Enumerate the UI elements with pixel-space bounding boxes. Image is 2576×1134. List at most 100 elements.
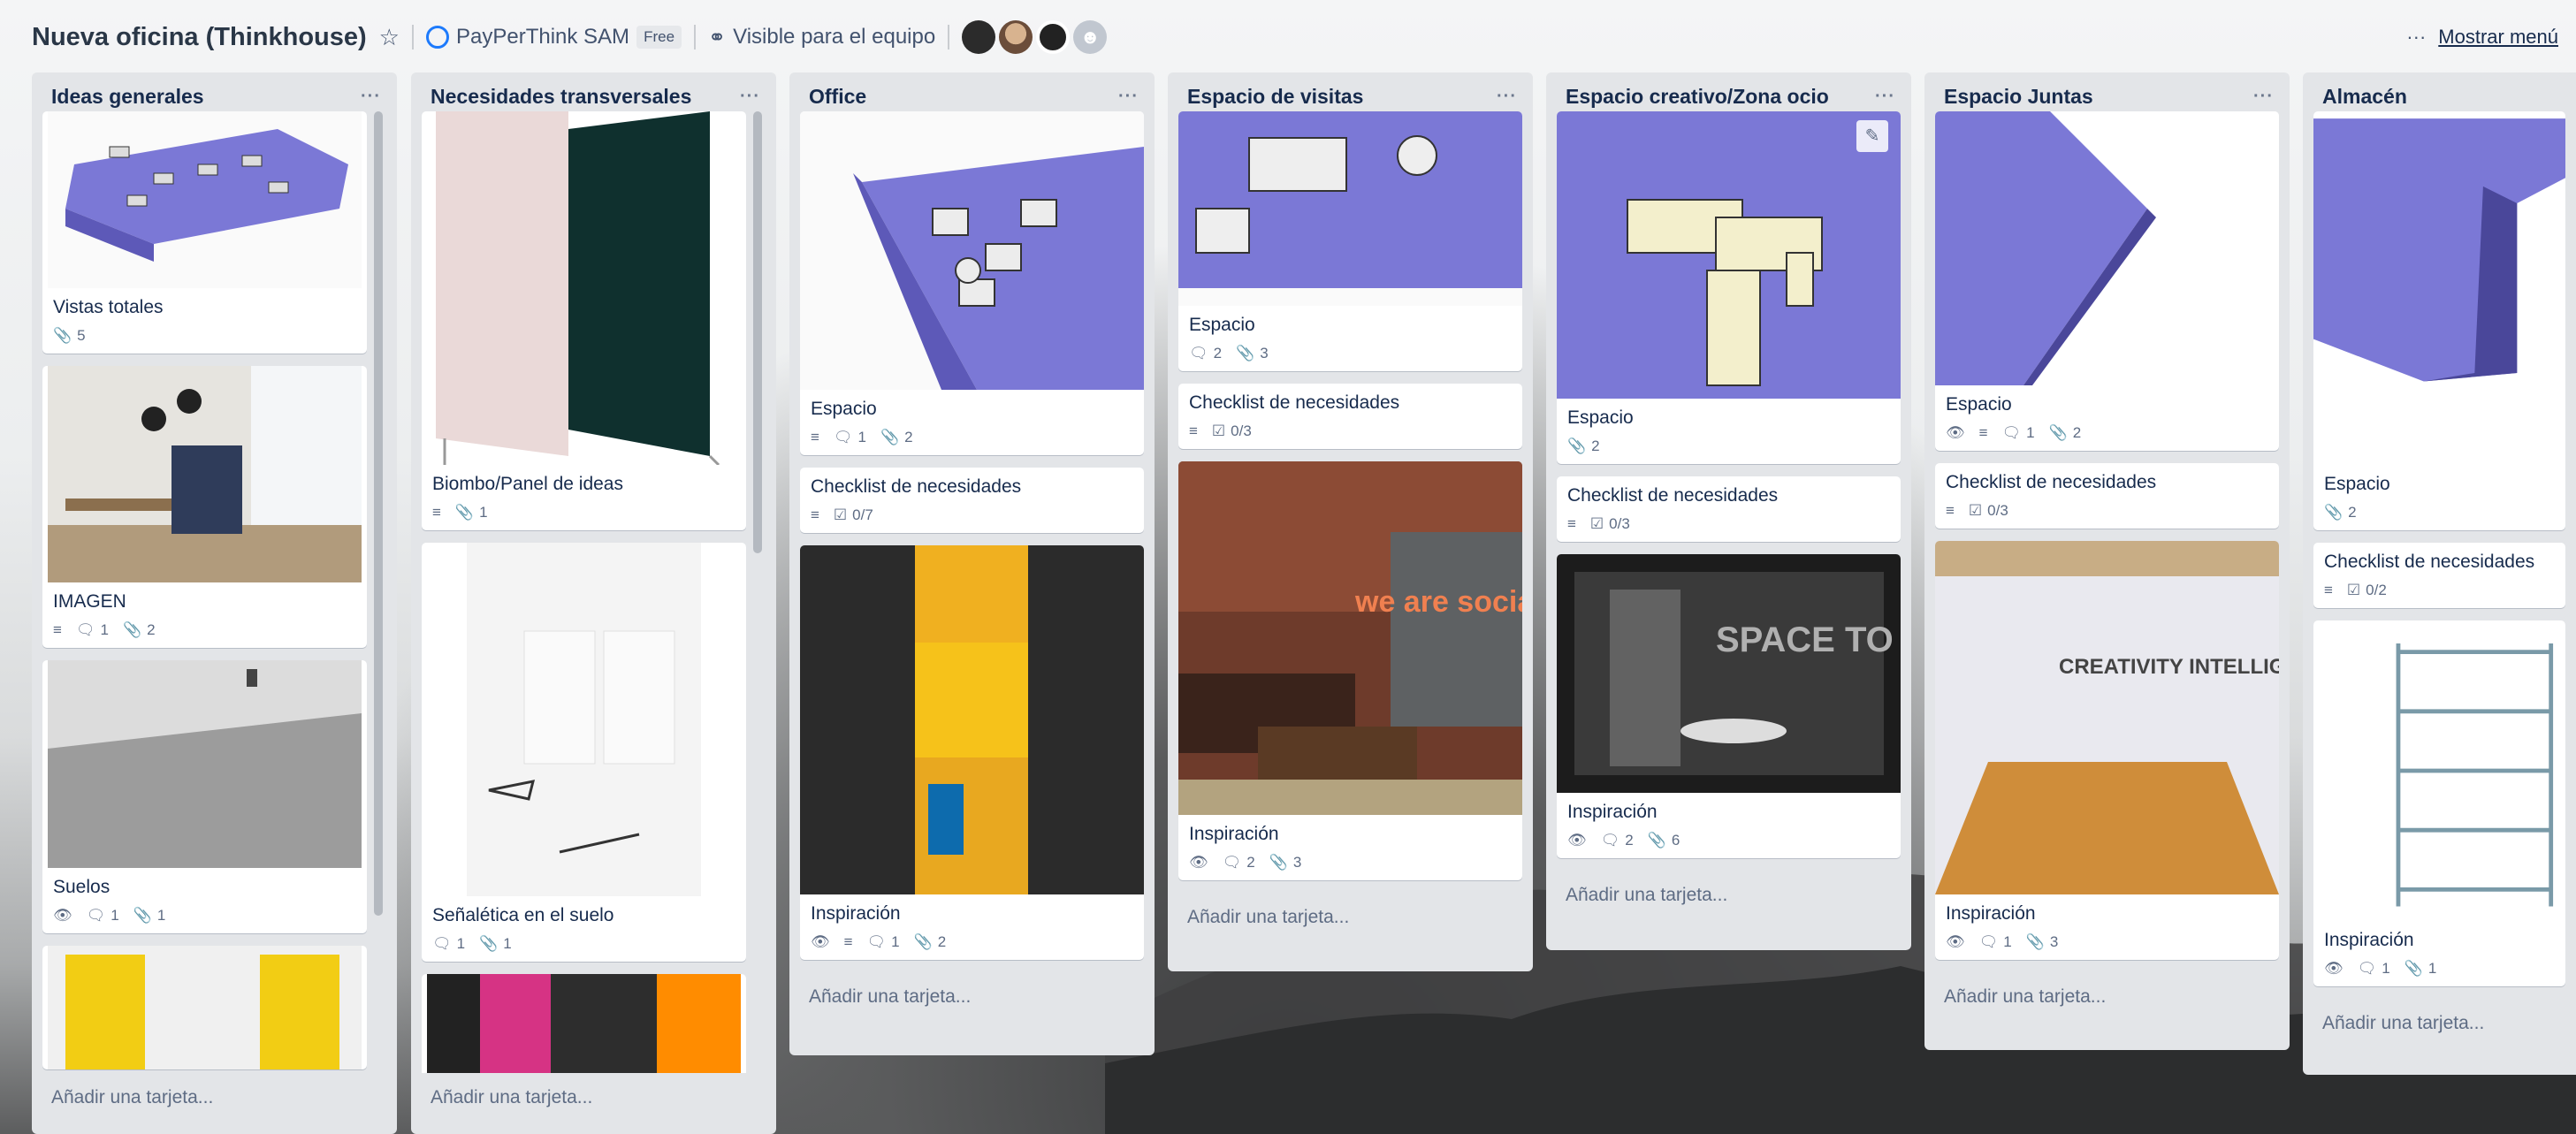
comment-badge: 🗨 2 [1222, 854, 1255, 871]
card-title: Espacio [1189, 315, 1255, 335]
comment-badge: 🗨 1 [2357, 960, 2390, 977]
list-header[interactable]: Espacio Juntas ··· [1935, 81, 2279, 111]
card[interactable]: Checklist de necesidades ≡ ☑ 0/3 [1557, 476, 1901, 542]
list-scrollbar[interactable] [374, 111, 383, 916]
card[interactable]: Señalética en el suelo 🗨 1 📎 1 [422, 543, 746, 962]
card[interactable]: Espacio ≡ 🗨 1 📎 2 [800, 111, 1144, 455]
add-card-button[interactable]: Añadir una tarjeta... [1557, 871, 1901, 920]
list-title[interactable]: Espacio creativo/Zona ocio [1566, 85, 1829, 109]
card[interactable]: Checklist de necesidades ≡ ☑ 0/2 [2313, 543, 2565, 608]
attachment-badge: 📎 1 [133, 907, 166, 924]
description-icon: ≡ [1978, 424, 1988, 441]
comment-icon: 🗨 [86, 907, 106, 924]
checkbox-icon: ☑ [1589, 515, 1604, 532]
card[interactable]: Biombo/Panel de ideas ≡ 📎 1 [422, 111, 746, 530]
card[interactable]: Inspiración 👁 🗨 1 📎 1 [2313, 620, 2565, 986]
list-menu-icon[interactable]: ··· [1118, 87, 1139, 107]
list-title[interactable]: Ideas generales [51, 85, 204, 109]
description-icon: ≡ [53, 621, 62, 638]
add-card-button[interactable]: Añadir una tarjeta... [2313, 999, 2565, 1048]
card[interactable]: Espacio 👁 ≡ 🗨 1 📎 2 [1935, 111, 2279, 451]
list-header[interactable]: Office ··· [800, 81, 1144, 111]
comment-badge: 🗨 1 [866, 933, 900, 950]
star-icon[interactable]: ☆ [379, 24, 400, 51]
card[interactable]: SPACE TO CREATE Inspiración 👁 🗨2 📎6 [1557, 554, 1901, 858]
show-menu-link[interactable]: Mostrar menú [2438, 26, 2558, 49]
comment-badge: 🗨 1 [432, 935, 466, 952]
list-header[interactable]: Espacio de visitas ··· [1178, 81, 1522, 111]
card-title: Inspiración [1189, 824, 1279, 844]
card[interactable]: Suelos 👁 🗨 1 📎 1 [42, 660, 367, 933]
card-list: ✎ Espacio 📎 2 Checklist de necesidades ≡ … [1557, 111, 1901, 871]
list-menu-icon[interactable]: ··· [361, 87, 381, 107]
comment-icon: 🗨 [1189, 345, 1208, 362]
card-cover-image [427, 111, 741, 465]
avatar[interactable] [1036, 20, 1071, 54]
add-card-button[interactable]: Añadir una tarjeta... [1178, 893, 1522, 942]
list-almacen: Almacén Espacio 📎 2 Checklist de necesida… [2303, 72, 2576, 1075]
card-list: Espacio ≡ 🗨 1 📎 2 Checklist de necesidades… [800, 111, 1144, 972]
card-cover-image [2313, 118, 2565, 458]
list-header[interactable]: Espacio creativo/Zona ocio ··· [1557, 81, 1901, 111]
card[interactable]: ✎ Espacio 📎 2 [1557, 111, 1901, 464]
comment-badge: 🗨 1 [1978, 933, 2012, 950]
card[interactable] [42, 946, 367, 1069]
attachment-badge: 📎 3 [2025, 933, 2059, 950]
card[interactable]: Checklist de necesidades ≡ ☑ 0/3 [1935, 463, 2279, 529]
add-member-icon[interactable]: ☻ [1073, 20, 1108, 54]
card-cover-image: CREATIVITY INTELLIGENCE HAVING FUN [1935, 541, 2279, 894]
add-card-button[interactable]: Añadir una tarjeta... [422, 1073, 766, 1123]
watch-icon: 👁 [1567, 832, 1587, 849]
card-cover-image [48, 660, 362, 868]
visibility-button[interactable]: ⚭ Visible para el equipo [708, 25, 935, 50]
comment-icon: 🗨 [75, 621, 95, 638]
list-scrollbar[interactable] [753, 111, 762, 553]
paperclip-icon: 📎 [2324, 504, 2344, 521]
card-cover-image [427, 974, 741, 1073]
paperclip-icon: 📎 [133, 907, 152, 924]
list-menu-icon[interactable]: ··· [1875, 87, 1895, 107]
avatar[interactable] [999, 20, 1033, 54]
card[interactable]: Inspiración 👁 ≡ 🗨 1 📎 2 [800, 545, 1144, 960]
comment-badge: 🗨 1 [86, 907, 119, 924]
add-card-button[interactable]: Añadir una tarjeta... [1935, 972, 2279, 1022]
card[interactable]: Checklist de necesidades ≡ ☑ 0/7 [800, 468, 1144, 533]
card[interactable]: Vistas totales 📎 5 [42, 111, 367, 354]
list-title[interactable]: Office [809, 85, 866, 109]
add-card-button[interactable]: Añadir una tarjeta... [42, 1073, 386, 1123]
checklist-badge: ☑ 0/3 [1211, 422, 1252, 439]
paperclip-icon: 📎 [1269, 854, 1288, 871]
list-title[interactable]: Espacio Juntas [1944, 85, 2093, 109]
card[interactable] [422, 974, 746, 1073]
edit-card-icon[interactable]: ✎ [1856, 120, 1888, 152]
card[interactable]: we are social Inspiración 👁 🗨2 📎3 [1178, 461, 1522, 880]
list-header[interactable]: Ideas generales ··· [42, 81, 386, 111]
list-header[interactable]: Necesidades transversales ··· [422, 81, 766, 111]
list-menu-icon[interactable]: ··· [740, 87, 760, 107]
list-menu-icon[interactable]: ··· [2253, 87, 2274, 107]
attachment-badge: 📎 1 [479, 935, 512, 952]
team-button[interactable]: PayPerThink SAM Free [425, 25, 682, 49]
card-title: Vistas totales [53, 297, 164, 317]
list-title[interactable]: Necesidades transversales [431, 85, 691, 109]
board-title[interactable]: Nueva oficina (Thinkhouse) [32, 23, 367, 52]
add-card-button[interactable]: Añadir una tarjeta... [800, 972, 1144, 1022]
card-title: Checklist de necesidades [1189, 392, 1400, 413]
comment-icon: 🗨 [2357, 960, 2377, 977]
list-title[interactable]: Almacén [2322, 85, 2407, 109]
checklist-badge: ☑ 0/3 [1968, 502, 2008, 519]
list-title[interactable]: Espacio de visitas [1187, 85, 1363, 109]
card[interactable]: Espacio 📎 2 [2313, 111, 2565, 530]
list-header[interactable]: Almacén [2313, 81, 2565, 111]
description-icon: ≡ [432, 504, 441, 521]
card[interactable]: Checklist de necesidades ≡ ☑ 0/3 [1178, 384, 1522, 449]
card-cover-image [48, 111, 362, 288]
comment-icon: 🗨 [1222, 854, 1242, 871]
list-menu-icon[interactable]: ··· [1497, 87, 1517, 107]
card[interactable]: CREATIVITY INTELLIGENCE HAVING FUN Inspi… [1935, 541, 2279, 960]
more-icon[interactable]: ··· [2406, 26, 2426, 49]
card-title: Inspiración [811, 903, 901, 924]
card[interactable]: IMAGEN ≡ 🗨 1 📎 2 [42, 366, 367, 648]
avatar[interactable] [962, 20, 996, 54]
card[interactable]: Espacio 🗨 2 📎 3 [1178, 111, 1522, 371]
